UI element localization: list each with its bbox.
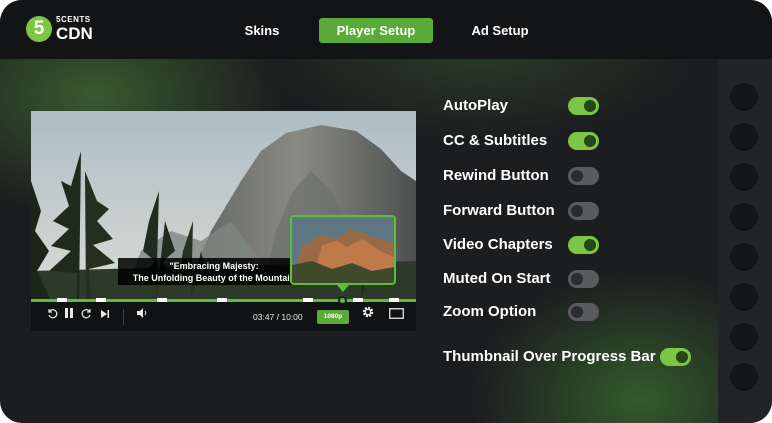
rail-dot[interactable]	[730, 283, 758, 311]
rewind-icon[interactable]	[45, 303, 59, 331]
forward-button-toggle[interactable]	[568, 202, 599, 220]
video-player[interactable]: "Embracing Majesty: The Unfolding Beauty…	[31, 111, 416, 331]
caption-line-2: The Unfolding Beauty of the Mountain	[132, 273, 296, 283]
tab-ad-setup[interactable]: Ad Setup	[464, 18, 536, 43]
forward-icon[interactable]	[80, 303, 94, 331]
setting-label: Muted On Start	[443, 270, 551, 287]
player-controls: 03:47 / 10:00 1080p	[31, 303, 416, 331]
chapter-marker	[303, 298, 313, 302]
rail-dot[interactable]	[730, 203, 758, 231]
skip-next-icon[interactable]	[99, 303, 111, 331]
setting-label: Thumbnail Over Progress Bar	[443, 348, 656, 365]
chapter-marker	[217, 298, 227, 302]
setting-forward-button: Forward Button	[443, 199, 603, 223]
logo-badge: 5	[26, 16, 52, 42]
cc-subtitles-toggle[interactable]	[568, 132, 599, 150]
volume-icon[interactable]	[135, 303, 149, 331]
caption-line-1: "Embracing Majesty:	[169, 261, 259, 271]
rail-dot[interactable]	[730, 163, 758, 191]
fullscreen-icon[interactable]	[387, 303, 405, 331]
setting-label: AutoPlay	[443, 97, 509, 114]
chapter-marker	[96, 298, 106, 302]
brand-logo: 5 5CENTS CDN	[26, 16, 93, 42]
rail-dot[interactable]	[730, 363, 758, 391]
setting-zoom-option: Zoom Option	[443, 300, 603, 324]
tab-player-setup[interactable]: Player Setup	[319, 18, 433, 43]
setting-rewind-button: Rewind Button	[443, 164, 603, 188]
setting-cc-subtitles: CC & Subtitles	[443, 129, 603, 153]
subtitle-caption: "Embracing Majesty: The Unfolding Beauty…	[118, 258, 310, 285]
rail-dot[interactable]	[730, 123, 758, 151]
setting-label: Zoom Option	[443, 303, 537, 320]
chapter-marker	[389, 298, 399, 302]
rail-dot[interactable]	[730, 323, 758, 351]
muted-on-start-toggle[interactable]	[568, 270, 599, 288]
right-rail	[718, 59, 772, 423]
setting-muted-on-start: Muted On Start	[443, 267, 603, 291]
setting-label: CC & Subtitles	[443, 132, 548, 149]
setting-label: Video Chapters	[443, 236, 553, 253]
thumbnail-preview	[290, 215, 396, 285]
controls-divider	[123, 309, 124, 325]
thumbnail-image	[292, 217, 394, 283]
time-display: 03:47 / 10:00	[253, 312, 303, 322]
thumbnail-pointer	[337, 285, 349, 292]
video-chapters-toggle[interactable]	[568, 236, 599, 254]
logo-text-top: 5CENTS	[56, 15, 91, 24]
rail-dot[interactable]	[730, 83, 758, 111]
logo-text-bottom: CDN	[56, 24, 93, 43]
chapter-marker	[157, 298, 167, 302]
setting-autoplay: AutoPlay	[443, 94, 603, 118]
chapter-marker	[353, 298, 363, 302]
quality-badge[interactable]: 1080p	[317, 310, 349, 324]
tab-skins[interactable]: Skins	[236, 18, 288, 43]
chapter-marker	[57, 298, 67, 302]
setting-label: Rewind Button	[443, 167, 549, 184]
zoom-option-toggle[interactable]	[568, 303, 599, 321]
pause-icon[interactable]	[63, 303, 75, 331]
setting-video-chapters: Video Chapters	[443, 233, 603, 257]
setting-label: Forward Button	[443, 202, 555, 219]
app-window: 5 5CENTS CDN Skins Player Setup Ad Setup	[0, 0, 772, 423]
thumbnail-over-progress-toggle[interactable]	[660, 348, 691, 366]
rewind-button-toggle[interactable]	[568, 167, 599, 185]
setting-thumbnail-over-progress-bar: Thumbnail Over Progress Bar	[443, 345, 695, 369]
rail-dot[interactable]	[730, 243, 758, 271]
autoplay-toggle[interactable]	[568, 97, 599, 115]
top-bar: 5 5CENTS CDN Skins Player Setup Ad Setup	[0, 0, 772, 59]
gear-icon[interactable]	[360, 303, 376, 331]
